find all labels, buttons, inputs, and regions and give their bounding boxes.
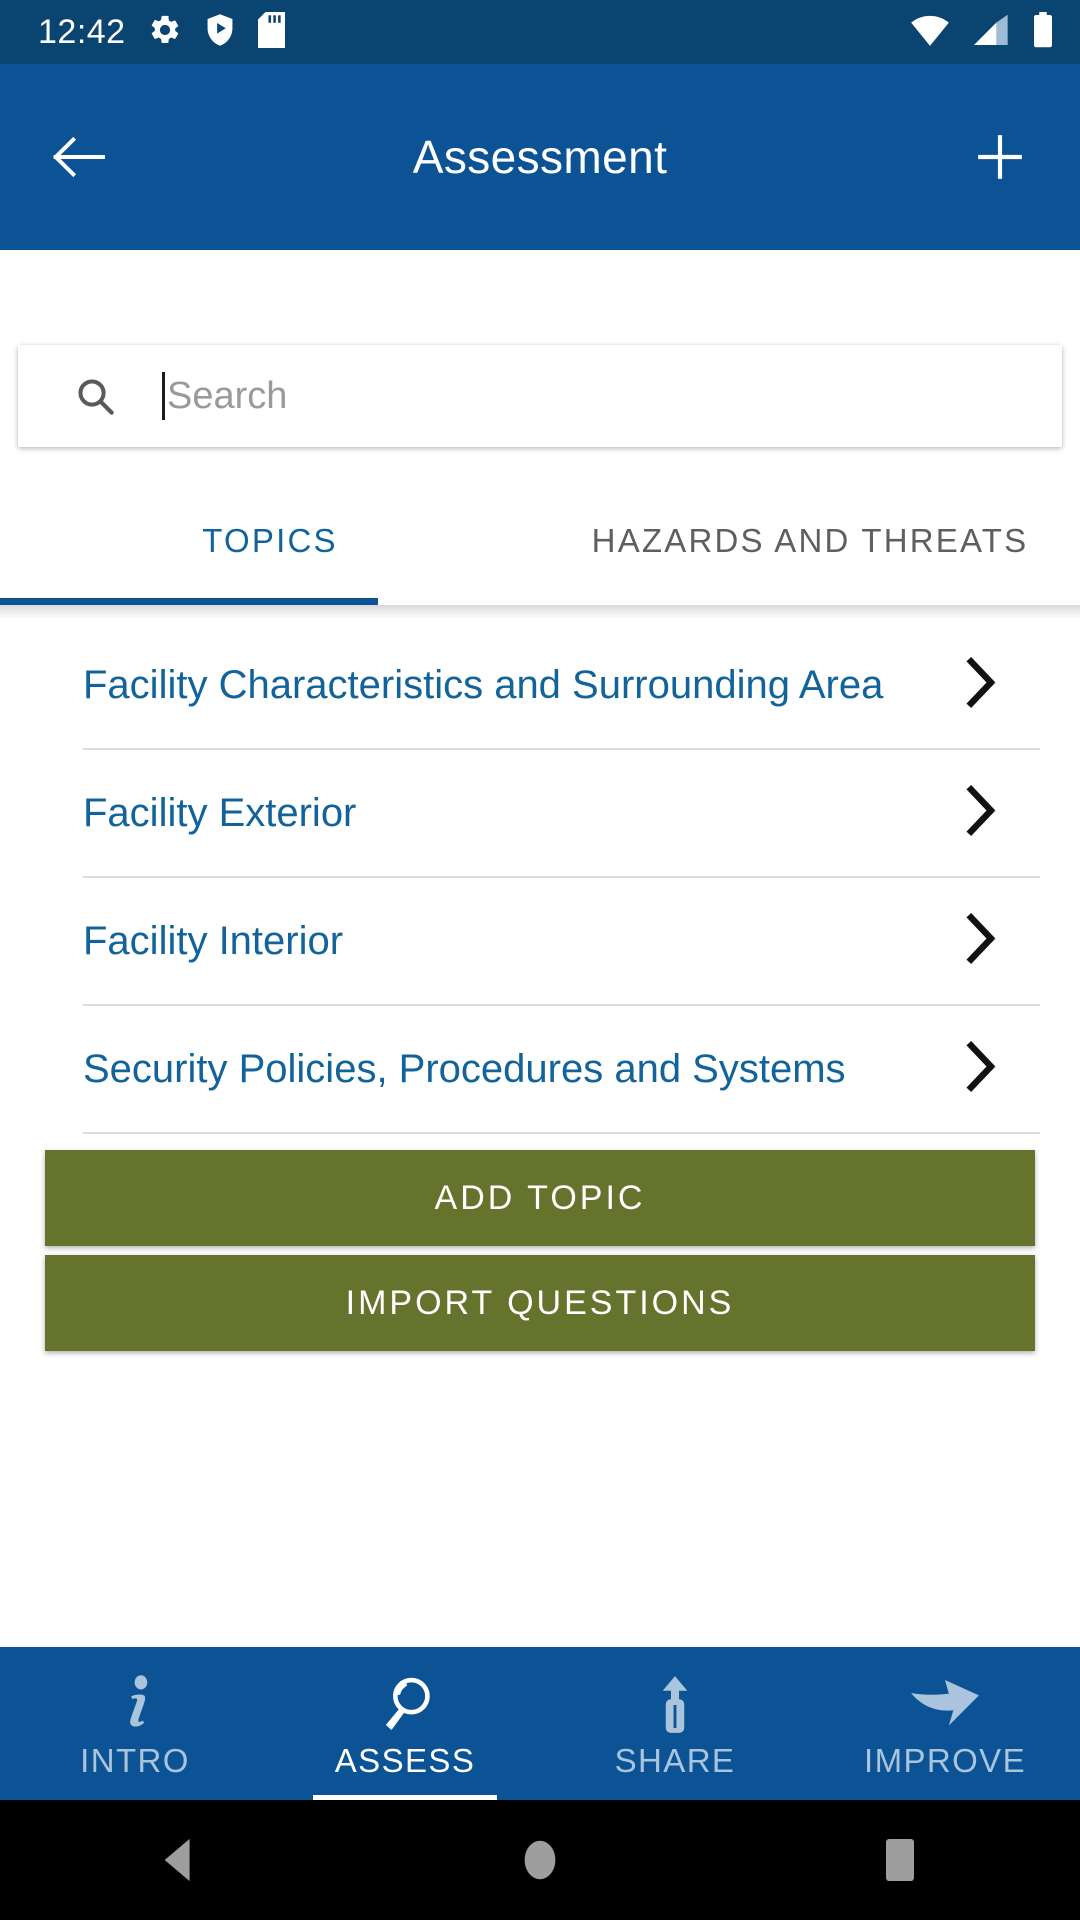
nav-item-assess-label: ASSESS — [334, 1741, 476, 1779]
topic-label: Security Policies, Procedures and System… — [83, 1046, 846, 1091]
home-circle-icon — [524, 1840, 556, 1880]
app-bar: Assessment — [0, 64, 1080, 250]
search-input[interactable]: Search — [162, 372, 287, 420]
system-back-button[interactable] — [0, 1800, 360, 1920]
info-italic-icon — [112, 1674, 158, 1736]
import-questions-button[interactable]: IMPORT QUESTIONS — [45, 1255, 1035, 1351]
system-recents-button[interactable] — [720, 1800, 1080, 1920]
tab-bar-shadow — [0, 605, 1080, 619]
tab-topics-label: TOPICS — [202, 521, 338, 559]
back-triangle-icon — [164, 1838, 190, 1882]
chevron-right-icon — [964, 656, 998, 714]
nav-item-share[interactable]: SHARE — [540, 1647, 810, 1800]
share-upload-icon — [650, 1674, 700, 1736]
play-protect-shield-icon — [204, 13, 236, 52]
nav-item-improve[interactable]: IMPROVE — [810, 1647, 1080, 1800]
arrow-left-icon — [52, 136, 105, 178]
tab-hazards-and-threats-label: HAZARDS AND THREATS — [591, 521, 1029, 559]
chevron-right-icon — [964, 912, 998, 970]
search-icon — [78, 379, 114, 415]
curved-arrow-icon — [908, 1674, 982, 1736]
tab-bar: TOPICS HAZARDS AND THREATS — [0, 480, 1080, 605]
search-card[interactable]: Search — [18, 345, 1062, 447]
list-item[interactable]: Security Policies, Procedures and System… — [0, 1006, 1080, 1132]
list-item[interactable]: Facility Interior — [0, 878, 1080, 1004]
nav-item-share-label: SHARE — [614, 1741, 736, 1779]
plus-icon — [978, 135, 1022, 179]
add-topic-button[interactable]: ADD TOPIC — [45, 1150, 1035, 1246]
sd-card-icon — [257, 11, 285, 53]
gear-icon — [148, 13, 182, 52]
chevron-right-icon — [964, 1040, 998, 1098]
topics-list: Facility Characteristics and Surrounding… — [0, 622, 1080, 1134]
wifi-icon — [910, 13, 950, 52]
bottom-navigation: INTRO ASSESS SHARE IMPROVE — [0, 1647, 1080, 1800]
tab-topics[interactable]: TOPICS — [0, 480, 540, 601]
chevron-right-icon — [964, 784, 998, 842]
search-placeholder: Search — [167, 374, 288, 417]
magnifier-icon — [376, 1674, 434, 1736]
list-item[interactable]: Facility Characteristics and Surrounding… — [0, 622, 1080, 748]
status-bar-left: 12:42 — [38, 11, 285, 53]
text-caret — [162, 372, 165, 420]
cellular-signal-icon — [972, 13, 1010, 52]
recents-square-icon — [886, 1839, 914, 1881]
topic-label: Facility Exterior — [83, 790, 357, 835]
add-button[interactable] — [964, 121, 1036, 193]
system-home-button[interactable] — [360, 1800, 720, 1920]
nav-item-intro[interactable]: INTRO — [0, 1647, 270, 1800]
topic-label: Facility Interior — [83, 918, 344, 963]
page-title: Assessment — [412, 131, 668, 183]
phone-screen: 12:42 Assessment Search TOPICS HAZARDS A… — [0, 0, 1080, 1920]
topic-label: Facility Characteristics and Surrounding… — [83, 662, 884, 707]
tab-active-indicator — [0, 598, 378, 605]
list-divider — [83, 1132, 1040, 1134]
tab-hazards-and-threats[interactable]: HAZARDS AND THREATS — [540, 480, 1080, 601]
back-button[interactable] — [42, 121, 114, 193]
nav-item-intro-label: INTRO — [80, 1741, 190, 1779]
status-bar-right — [910, 11, 1054, 53]
status-bar-clock: 12:42 — [38, 13, 126, 51]
list-item[interactable]: Facility Exterior — [0, 750, 1080, 876]
status-bar: 12:42 — [0, 0, 1080, 64]
search-bar[interactable]: Search — [18, 345, 1062, 447]
android-system-navigation — [0, 1800, 1080, 1920]
battery-icon — [1032, 11, 1054, 53]
nav-item-improve-label: IMPROVE — [864, 1741, 1026, 1779]
nav-item-assess[interactable]: ASSESS — [270, 1647, 540, 1800]
